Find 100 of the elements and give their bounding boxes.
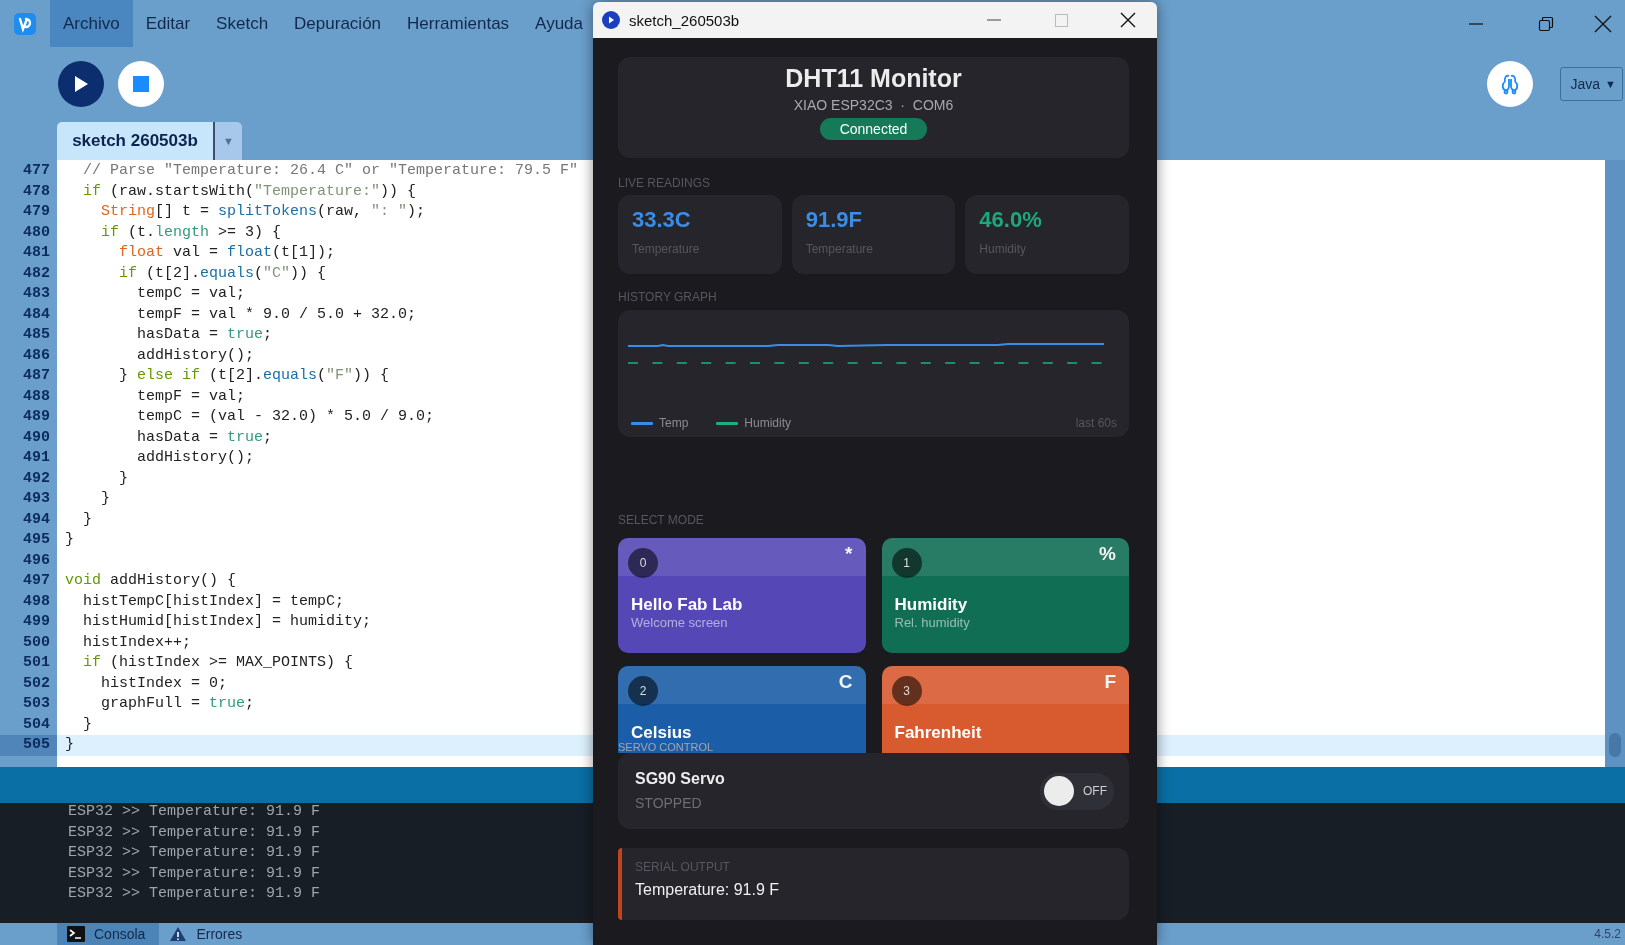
- mode-symbol: *: [845, 543, 853, 565]
- line-number: 504: [22, 714, 51, 735]
- line-number: 489: [22, 407, 51, 427]
- console-line: ESP32 >> Temperature: 91.9 F: [68, 844, 321, 863]
- mode-title: Hello Fab Lab: [631, 596, 744, 613]
- mode-symbol: C: [838, 671, 853, 693]
- version-label: 4.5.2: [1594, 926, 1622, 943]
- play-circle-icon: [602, 11, 620, 29]
- stop-icon: [133, 75, 149, 92]
- mode-card[interactable]: 0 * Hello Fab Lab Welcome screen: [618, 538, 866, 653]
- window-title: sketch_260503b: [629, 11, 740, 29]
- code-line: histTempC[histIndex] = tempC;: [82, 591, 345, 612]
- line-number: 484: [22, 304, 51, 325]
- line-number: 480: [22, 222, 51, 243]
- editor-tab[interactable]: sketch 260503b: [57, 122, 213, 160]
- code-line: }: [82, 714, 92, 735]
- tab-menu-button[interactable]: ▼: [213, 122, 242, 160]
- toggle-switch[interactable]: OFF: [1040, 772, 1114, 810]
- line-number: 482: [22, 263, 51, 284]
- status-badge: Connected: [819, 118, 928, 140]
- app-logo-icon: [14, 12, 36, 35]
- code-line: histIndex = 0;: [100, 673, 228, 694]
- stop-button[interactable]: [118, 60, 164, 107]
- code-line: if (t.length >= 3) {: [100, 222, 282, 243]
- play-icon: [73, 74, 89, 93]
- line-number: 483: [22, 284, 51, 304]
- code-line: tempF = val * 9.0 / 5.0 + 32.0;: [136, 304, 417, 325]
- section-label: SELECT MODE: [618, 513, 705, 527]
- console-line: ESP32 >> Temperature: 91.9 F: [68, 864, 321, 884]
- line-number: 481: [22, 243, 51, 263]
- menu-item[interactable]: Ayuda: [522, 0, 596, 47]
- line-number: 498: [22, 591, 51, 612]
- code-line: if (t[2].equals("C")) {: [118, 263, 327, 284]
- line-number: 478: [22, 181, 51, 202]
- menu-item[interactable]: Herramientas: [394, 0, 523, 47]
- mode-number: 1: [891, 548, 922, 578]
- code-line: tempC = (val - 32.0) * 5.0 / 9.0;: [136, 407, 435, 427]
- code-line: histIndex++;: [82, 632, 192, 653]
- section-label: LIVE READINGS: [618, 176, 712, 190]
- servo-name: SG90 Servo: [635, 769, 725, 789]
- warning-icon: [169, 926, 188, 942]
- code-line: tempF = val;: [136, 386, 246, 407]
- mode-card[interactable]: 1 % Humidity Rel. humidity: [881, 538, 1129, 653]
- legend-label: Temp: [659, 416, 689, 430]
- code-line: }: [65, 735, 74, 755]
- code-line: hasData = true;: [136, 427, 273, 448]
- menu-item[interactable]: Archivo: [50, 0, 133, 47]
- mode-number: 3: [891, 676, 922, 706]
- menu-item[interactable]: Sketch: [203, 0, 282, 47]
- line-number: 486: [22, 345, 51, 366]
- line-number: 505: [0, 735, 57, 756]
- code-line: }: [100, 489, 110, 509]
- panel-tab[interactable]: Consola: [57, 923, 160, 945]
- reading-value: 91.9F: [805, 207, 863, 233]
- line-number: 488: [22, 386, 51, 407]
- line-number: 495: [22, 530, 51, 550]
- serial-text: Temperature: 91.9 F: [635, 881, 781, 899]
- run-button[interactable]: [58, 60, 104, 107]
- servo-status: STOPPED: [635, 794, 703, 813]
- code-line: hasData = true;: [136, 325, 273, 345]
- restore-icon: [1538, 15, 1554, 32]
- mode-card[interactable]: 3 F Fahrenheit: [881, 666, 1129, 753]
- mode-number: 0: [628, 548, 658, 578]
- code-line: tempC = val;: [136, 284, 246, 304]
- minimize-icon: [1468, 22, 1484, 25]
- menu-item[interactable]: Editar: [132, 0, 204, 47]
- menu-item[interactable]: Depuración: [281, 0, 395, 47]
- panel-tab[interactable]: Errores: [159, 923, 257, 945]
- legend-label: Humidity: [744, 416, 792, 430]
- code-line: // Parse "Temperature: 26.4 C" or "Temperature: 79.5 F": [82, 161, 579, 181]
- mode-symbol: F: [1104, 671, 1116, 693]
- maximize-icon: [1054, 13, 1068, 27]
- section-label: HISTORY GRAPH: [618, 290, 718, 304]
- console-line: ESP32 >> Temperature: 91.9 F: [68, 823, 321, 843]
- line-number: 496: [22, 550, 51, 571]
- mode-symbol: %: [1099, 543, 1116, 565]
- line-number: 477: [22, 161, 51, 181]
- console-line: ESP32 >> Temperature: 91.9 F: [68, 885, 321, 904]
- close-icon: [1120, 12, 1136, 28]
- line-number: 497: [22, 571, 51, 591]
- mode-subtitle: Welcome screen: [631, 614, 729, 632]
- mode-title: Fahrenheit: [894, 724, 983, 741]
- code-line: addHistory();: [136, 448, 255, 468]
- reading-value: 46.0%: [979, 207, 1043, 233]
- mode-title: Celsius: [631, 724, 693, 741]
- code-line: if (histIndex >= MAX_POINTS) {: [82, 653, 354, 673]
- mode-number: 2: [628, 676, 658, 706]
- line-number: 502: [22, 673, 51, 694]
- scrollbar-thumb[interactable]: [1609, 733, 1621, 757]
- close-icon: [1594, 14, 1612, 33]
- code-line: String[] t = splitTokens(raw, ": ");: [100, 202, 426, 222]
- butterfly-icon: [1499, 72, 1520, 95]
- code-line: }: [82, 509, 92, 530]
- code-line: if (raw.startsWith("Temperature:")) {: [82, 181, 417, 202]
- line-number: 501: [22, 653, 51, 673]
- code-line: addHistory();: [136, 345, 255, 366]
- mode-dropdown[interactable]: Java ▼: [1559, 66, 1623, 101]
- line-number: 491: [22, 448, 51, 468]
- mode-subtitle: Rel. humidity: [894, 614, 971, 632]
- code-line: } else if (t[2].equals("F")) {: [118, 366, 390, 386]
